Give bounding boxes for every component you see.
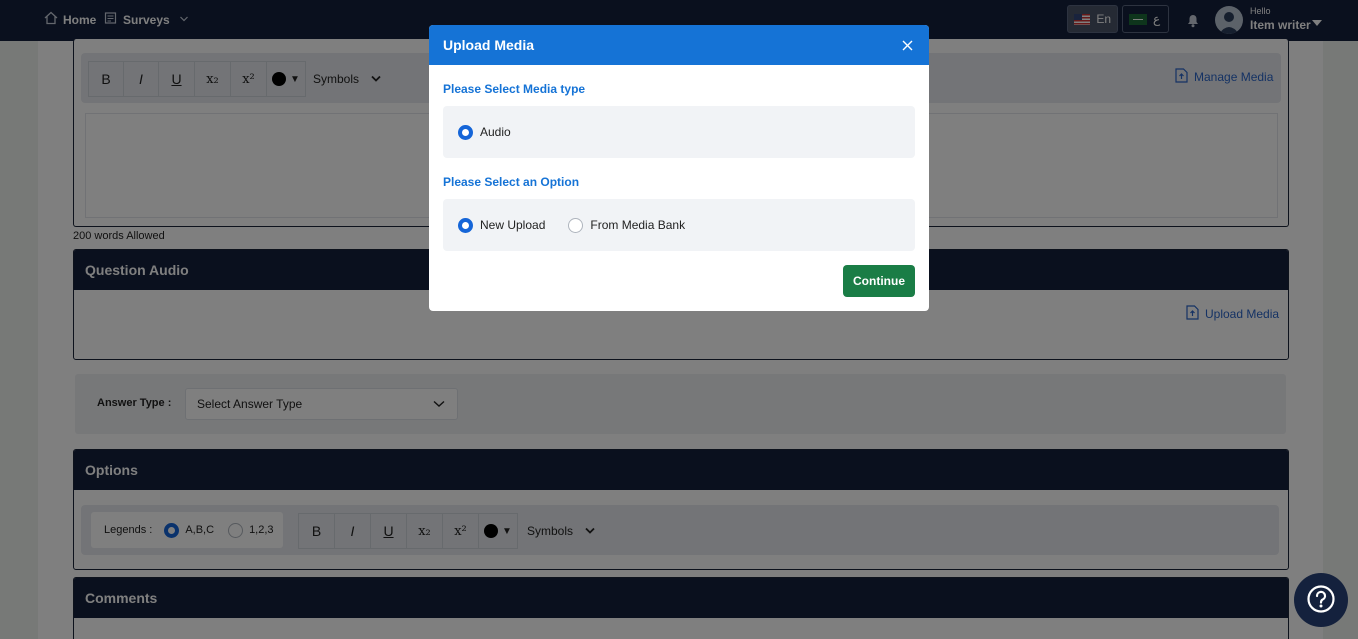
new-upload-radio[interactable]: [458, 217, 473, 233]
help-button[interactable]: [1294, 573, 1348, 627]
modal-header: Upload Media: [429, 25, 929, 65]
media-type-audio-option[interactable]: Audio: [458, 124, 511, 140]
media-type-label: Please Select Media type: [443, 82, 586, 96]
media-bank-option[interactable]: From Media Bank: [568, 217, 686, 233]
media-type-audio-label: Audio: [480, 125, 511, 139]
question-circle-icon: [1306, 584, 1336, 617]
media-type-audio-radio[interactable]: [458, 124, 473, 140]
option-label: Please Select an Option: [443, 175, 580, 189]
media-type-options: Audio: [443, 106, 915, 158]
media-bank-label: From Media Bank: [590, 218, 686, 232]
close-icon[interactable]: [899, 37, 915, 53]
continue-button[interactable]: Continue: [843, 265, 915, 297]
upload-media-modal: Upload Media Please Select Media type Au…: [429, 25, 929, 311]
media-bank-radio[interactable]: [568, 217, 584, 233]
modal-title: Upload Media: [443, 37, 535, 53]
upload-source-options: New Upload From Media Bank: [443, 199, 915, 251]
new-upload-label: New Upload: [480, 218, 546, 232]
new-upload-option[interactable]: New Upload: [458, 217, 546, 233]
